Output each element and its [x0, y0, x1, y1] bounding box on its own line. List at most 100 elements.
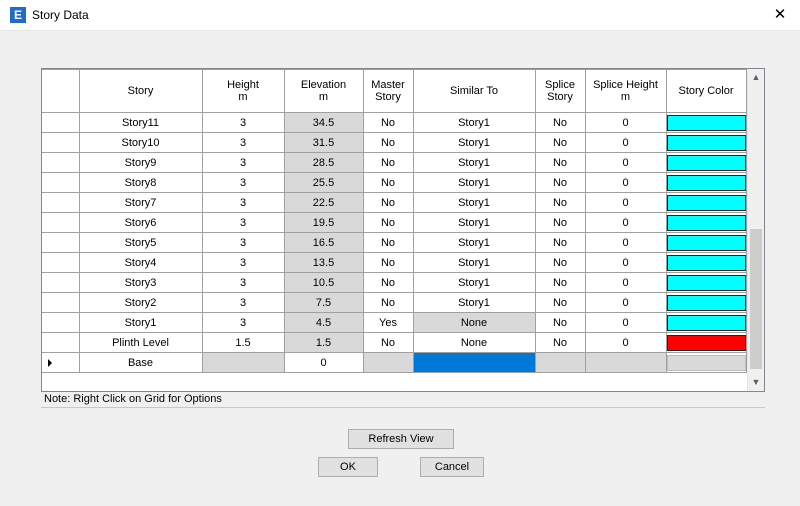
- cell-splice-story[interactable]: No: [534, 332, 586, 353]
- cell-height[interactable]: 3: [201, 152, 285, 173]
- cell-height[interactable]: 3: [201, 112, 285, 133]
- cell-story-color[interactable]: [665, 132, 747, 153]
- cell-similar-to[interactable]: Story1: [412, 112, 536, 133]
- row-selector[interactable]: [42, 212, 80, 233]
- cell-elevation[interactable]: 13.5: [283, 252, 364, 273]
- cell-elevation[interactable]: 7.5: [283, 292, 364, 313]
- story-color-swatch[interactable]: [667, 334, 745, 351]
- cell-elevation[interactable]: 31.5: [283, 132, 364, 153]
- table-row[interactable]: Story8 3 25.5 No Story1 No 0: [42, 172, 747, 193]
- story-color-swatch[interactable]: [667, 114, 745, 131]
- cell-elevation[interactable]: 0: [283, 352, 364, 373]
- cell-story[interactable]: Story5: [78, 232, 203, 253]
- cell-master-story[interactable]: No: [362, 252, 414, 273]
- story-color-swatch[interactable]: [667, 274, 745, 291]
- cell-height[interactable]: 3: [201, 272, 285, 293]
- row-selector[interactable]: [42, 172, 80, 193]
- col-header-story[interactable]: Story: [78, 69, 203, 113]
- row-selector[interactable]: [42, 252, 80, 273]
- cell-splice-height[interactable]: 0: [584, 332, 667, 353]
- ok-button[interactable]: OK: [318, 457, 378, 477]
- cell-height[interactable]: 3: [201, 232, 285, 253]
- row-selector[interactable]: [42, 192, 80, 213]
- cell-similar-to[interactable]: [412, 352, 536, 373]
- cell-similar-to[interactable]: None: [412, 332, 536, 353]
- cell-story[interactable]: Story11: [78, 112, 203, 133]
- cell-master-story[interactable]: No: [362, 152, 414, 173]
- scroll-up-icon[interactable]: ▲: [748, 69, 764, 86]
- table-row[interactable]: Story3 3 10.5 No Story1 No 0: [42, 272, 747, 293]
- cell-similar-to[interactable]: Story1: [412, 292, 536, 313]
- cell-splice-height[interactable]: 0: [584, 152, 667, 173]
- story-data-grid[interactable]: Story Height m Elevation m Master Story Sim…: [41, 68, 765, 392]
- cell-story-color[interactable]: [665, 312, 747, 333]
- row-selector[interactable]: [42, 152, 80, 173]
- cell-splice-story[interactable]: No: [534, 132, 586, 153]
- story-color-swatch[interactable]: [667, 214, 745, 231]
- story-color-swatch[interactable]: [667, 294, 745, 311]
- story-color-swatch[interactable]: [667, 234, 745, 251]
- table-row[interactable]: Story10 3 31.5 No Story1 No 0: [42, 132, 747, 153]
- cell-story-color[interactable]: [665, 172, 747, 193]
- row-selector[interactable]: [42, 312, 80, 333]
- cell-height[interactable]: 3: [201, 212, 285, 233]
- cell-elevation[interactable]: 25.5: [283, 172, 364, 193]
- cell-splice-height[interactable]: 0: [584, 212, 667, 233]
- cell-elevation[interactable]: 10.5: [283, 272, 364, 293]
- cell-similar-to[interactable]: Story1: [412, 192, 536, 213]
- cell-master-story[interactable]: Yes: [362, 312, 414, 333]
- cell-master-story[interactable]: No: [362, 292, 414, 313]
- table-row[interactable]: Story4 3 13.5 No Story1 No 0: [42, 252, 747, 273]
- cell-splice-story[interactable]: No: [534, 172, 586, 193]
- cell-story[interactable]: Story8: [78, 172, 203, 193]
- col-header-story-color[interactable]: Story Color: [665, 69, 747, 113]
- cell-similar-to[interactable]: Story1: [412, 232, 536, 253]
- cell-story[interactable]: Plinth Level: [78, 332, 203, 353]
- cancel-button[interactable]: Cancel: [420, 457, 484, 477]
- cell-master-story[interactable]: No: [362, 232, 414, 253]
- row-selector[interactable]: [42, 232, 80, 253]
- table-row[interactable]: Story2 3 7.5 No Story1 No 0: [42, 292, 747, 313]
- cell-splice-story[interactable]: No: [534, 272, 586, 293]
- cell-story-color[interactable]: [665, 112, 747, 133]
- row-selector[interactable]: [42, 292, 80, 313]
- cell-master-story[interactable]: [362, 352, 414, 373]
- col-header-splice-story[interactable]: Splice Story: [534, 69, 586, 113]
- cell-height[interactable]: 1.5: [201, 332, 285, 353]
- cell-similar-to[interactable]: Story1: [412, 252, 536, 273]
- cell-story-color[interactable]: [665, 152, 747, 173]
- cell-splice-story[interactable]: No: [534, 232, 586, 253]
- vertical-scrollbar[interactable]: ▲ ▼: [747, 69, 764, 391]
- story-color-swatch[interactable]: [667, 314, 745, 331]
- story-color-swatch[interactable]: [667, 134, 745, 151]
- table-row[interactable]: Story5 3 16.5 No Story1 No 0: [42, 232, 747, 253]
- cell-splice-height[interactable]: 0: [584, 192, 667, 213]
- cell-similar-to[interactable]: Story1: [412, 132, 536, 153]
- cell-splice-height[interactable]: 0: [584, 112, 667, 133]
- cell-elevation[interactable]: 1.5: [283, 332, 364, 353]
- row-selector[interactable]: [42, 332, 80, 353]
- table-row[interactable]: Story9 3 28.5 No Story1 No 0: [42, 152, 747, 173]
- cell-story[interactable]: Story10: [78, 132, 203, 153]
- story-color-swatch[interactable]: [667, 154, 745, 171]
- cell-story-color[interactable]: [665, 292, 747, 313]
- story-color-swatch[interactable]: [667, 194, 745, 211]
- cell-story[interactable]: Story6: [78, 212, 203, 233]
- cell-story-color[interactable]: [665, 252, 747, 273]
- cell-story[interactable]: Story7: [78, 192, 203, 213]
- cell-master-story[interactable]: No: [362, 172, 414, 193]
- cell-splice-story[interactable]: No: [534, 112, 586, 133]
- cell-splice-height[interactable]: 0: [584, 292, 667, 313]
- cell-master-story[interactable]: No: [362, 332, 414, 353]
- refresh-view-button[interactable]: Refresh View: [348, 429, 454, 449]
- cell-master-story[interactable]: No: [362, 192, 414, 213]
- cell-splice-height[interactable]: 0: [584, 272, 667, 293]
- cell-splice-height[interactable]: 0: [584, 172, 667, 193]
- cell-elevation[interactable]: 28.5: [283, 152, 364, 173]
- table-row[interactable]: Base 0: [42, 352, 747, 373]
- col-header-height[interactable]: Height m: [201, 69, 285, 113]
- cell-story-color[interactable]: [665, 272, 747, 293]
- cell-splice-height[interactable]: 0: [584, 132, 667, 153]
- row-selector[interactable]: [42, 272, 80, 293]
- story-color-swatch[interactable]: [667, 354, 745, 371]
